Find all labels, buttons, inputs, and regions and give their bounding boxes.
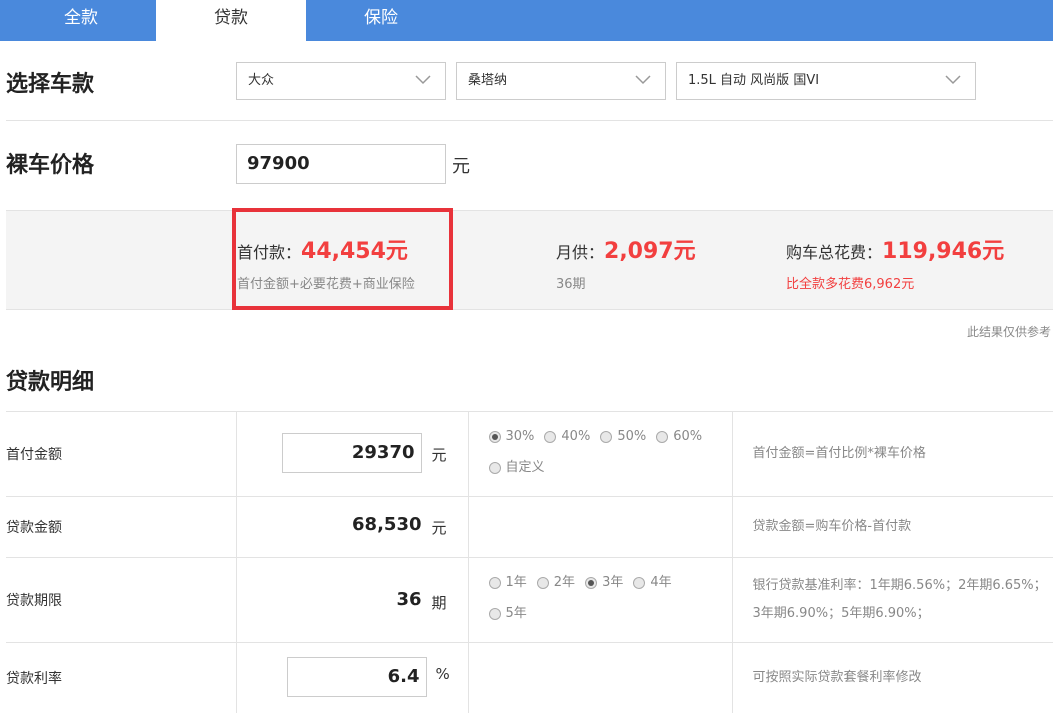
- loan-term-label: 贷款期限: [6, 558, 236, 643]
- radio-down-custom[interactable]: 自定义: [489, 454, 545, 482]
- loan-detail-table: 首付金额 29370 元 30% 40% 50% 60% 自定义 首付金额=首付比例*…: [6, 411, 1053, 713]
- table-row: 贷款金额 68,530 元 贷款金额=购车价格-首付款: [6, 497, 1053, 558]
- tab-bar: 全款 贷款 保险: [0, 0, 1053, 41]
- radio-label: 2年: [554, 569, 575, 597]
- table-row: 贷款期限 36 期 1年 2年 3年 4年 5年 银行贷款基准利率：1年期6.56%；…: [6, 558, 1053, 643]
- radio-label: 40%: [561, 423, 590, 451]
- radio-term-2y[interactable]: 2年: [537, 569, 575, 597]
- radio-down-30[interactable]: 30%: [489, 423, 535, 451]
- price-title: 裸车价格: [6, 147, 94, 179]
- radio-dot-icon: [489, 577, 501, 589]
- divider: [6, 120, 1053, 121]
- radio-label: 4年: [650, 569, 671, 597]
- brand-select[interactable]: 大众: [236, 62, 446, 100]
- interest-rate-input[interactable]: 6.4: [287, 657, 427, 697]
- trim-select-value: 1.5L 自动 风尚版 国VI: [688, 73, 819, 88]
- model-select[interactable]: 桑塔纳: [456, 62, 666, 100]
- monthly-payment-value: 2,097元: [604, 239, 696, 264]
- down-amount-label: 首付金额: [6, 412, 236, 497]
- loan-term-cell: 36 期: [236, 558, 468, 643]
- radio-label: 1年: [506, 569, 527, 597]
- monthly-payment-summary: 月供：2,097元 36期: [556, 233, 696, 292]
- radio-down-40[interactable]: 40%: [544, 423, 590, 451]
- total-cost-summary: 购车总花费：119,946元 比全款多花费6,962元: [786, 233, 1004, 292]
- interest-rate-cell: 6.4 %: [236, 643, 468, 713]
- radio-down-50[interactable]: 50%: [600, 423, 646, 451]
- radio-dot-icon: [489, 462, 501, 474]
- loan-term-options: 1年 2年 3年 4年 5年: [468, 558, 732, 643]
- radio-term-5y[interactable]: 5年: [489, 600, 527, 628]
- table-row: 贷款利率 6.4 % 可按照实际贷款套餐利率修改: [6, 643, 1053, 713]
- loan-term-unit: 期: [432, 592, 447, 613]
- radio-dot-icon: [585, 577, 597, 589]
- tab-loan[interactable]: 贷款: [156, 0, 306, 41]
- total-cost-value: 119,946元: [882, 239, 1004, 264]
- chevron-down-icon: [415, 75, 431, 85]
- down-payment-highlight-box: [232, 208, 453, 310]
- down-amount-input[interactable]: 29370: [282, 433, 422, 473]
- interest-rate-unit: %: [436, 665, 450, 683]
- total-cost-label: 购车总花费：: [786, 243, 882, 262]
- radio-label: 5年: [506, 600, 527, 628]
- interest-rate-desc: 可按照实际贷款套餐利率修改: [732, 643, 1053, 713]
- radio-dot-icon: [489, 608, 501, 620]
- radio-label: 60%: [673, 423, 702, 451]
- radio-term-4y[interactable]: 4年: [633, 569, 671, 597]
- tab-full-payment[interactable]: 全款: [6, 0, 156, 41]
- radio-dot-icon: [600, 431, 612, 443]
- loan-amount-unit: 元: [432, 517, 447, 538]
- radio-dot-icon: [544, 431, 556, 443]
- monthly-payment-sub: 36期: [556, 273, 696, 292]
- radio-label: 3年: [602, 569, 623, 597]
- radio-dot-icon: [489, 431, 501, 443]
- radio-dot-icon: [656, 431, 668, 443]
- radio-label: 自定义: [506, 454, 545, 482]
- chevron-down-icon: [635, 75, 651, 85]
- radio-label: 30%: [506, 423, 535, 451]
- price-input[interactable]: 97900: [236, 144, 446, 184]
- loan-amount-value: 68,530: [282, 514, 422, 535]
- loan-term-desc: 银行贷款基准利率：1年期6.56%；2年期6.65%；3年期6.90%；5年期6…: [732, 558, 1053, 643]
- loan-amount-cell: 68,530 元: [236, 497, 468, 558]
- price-unit: 元: [452, 152, 470, 178]
- empty-cell: [468, 643, 732, 713]
- radio-term-1y[interactable]: 1年: [489, 569, 527, 597]
- trim-select[interactable]: 1.5L 自动 风尚版 国VI: [676, 62, 976, 100]
- chevron-down-icon: [945, 75, 961, 85]
- radio-dot-icon: [537, 577, 549, 589]
- radio-term-3y[interactable]: 3年: [585, 569, 623, 597]
- select-car-title: 选择车款: [6, 66, 94, 98]
- loan-detail-title: 贷款明细: [6, 364, 94, 396]
- down-amount-unit: 元: [432, 444, 447, 465]
- monthly-payment-label: 月供：: [556, 243, 604, 262]
- radio-label: 50%: [617, 423, 646, 451]
- radio-dot-icon: [633, 577, 645, 589]
- loan-amount-desc: 贷款金额=购车价格-首付款: [732, 497, 1053, 558]
- disclaimer-note: 此结果仅供参考: [967, 323, 1051, 340]
- model-select-value: 桑塔纳: [468, 73, 507, 88]
- down-ratio-options: 30% 40% 50% 60% 自定义: [468, 412, 732, 497]
- loan-term-value: 36: [282, 589, 422, 610]
- interest-rate-label: 贷款利率: [6, 643, 236, 713]
- empty-cell: [468, 497, 732, 558]
- down-amount-cell: 29370 元: [236, 412, 468, 497]
- loan-summary: 首付款：44,454元 首付金额+必要花费+商业保险 月供：2,097元 36期…: [6, 210, 1053, 310]
- radio-down-60[interactable]: 60%: [656, 423, 702, 451]
- table-row: 首付金额 29370 元 30% 40% 50% 60% 自定义 首付金额=首付比例*…: [6, 412, 1053, 497]
- loan-amount-label: 贷款金额: [6, 497, 236, 558]
- tab-insurance[interactable]: 保险: [306, 0, 456, 41]
- down-amount-desc: 首付金额=首付比例*裸车价格: [732, 412, 1053, 497]
- brand-select-value: 大众: [248, 73, 274, 88]
- total-cost-sub: 比全款多花费6,962元: [786, 273, 1004, 292]
